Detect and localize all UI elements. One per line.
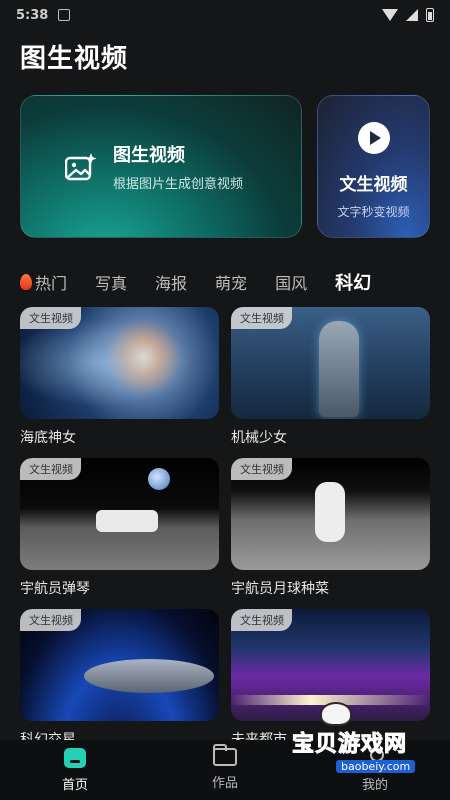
site-watermark: 宝贝游戏网 baobeiy.com: [291, 702, 428, 784]
fire-icon: [20, 274, 32, 290]
notification-icon: [58, 9, 71, 21]
template-thumbnail: 文生视频: [20, 609, 219, 721]
status-bar: 5:38: [0, 0, 450, 30]
home-icon: [64, 748, 86, 768]
watermark-title: 宝贝游戏网: [291, 732, 408, 758]
page-title: 图生视频: [20, 44, 129, 74]
hero-main-subtitle: 根据图片生成创意视频: [113, 177, 244, 192]
tab-label: 萌宠: [215, 274, 248, 293]
folder-icon: [213, 744, 237, 766]
tab-label: 热门: [35, 274, 68, 293]
tab-scifi[interactable]: 科幻: [335, 269, 371, 295]
type-badge: 文生视频: [231, 307, 292, 329]
template-card[interactable]: 文生视频 宇航员月球种菜: [231, 458, 430, 598]
template-title: 宇航员弹琴: [20, 581, 90, 597]
play-icon: [357, 122, 390, 154]
template-title: 机械少女: [231, 430, 287, 446]
type-badge: 文生视频: [20, 609, 81, 631]
template-card[interactable]: 文生视频 宇航员弹琴: [20, 458, 219, 598]
tab-label: 写真: [95, 274, 128, 293]
tab-poster[interactable]: 海报: [155, 270, 187, 294]
tab-pets[interactable]: 萌宠: [215, 270, 247, 294]
hero-main-title: 图生视频: [113, 145, 185, 166]
nav-home[interactable]: 首页: [0, 740, 150, 800]
tab-guofeng[interactable]: 国风: [275, 270, 307, 294]
hero-side-subtitle: 文字秒变视频: [337, 205, 410, 219]
status-icons: [382, 8, 434, 22]
wifi-icon: [382, 9, 398, 21]
template-thumbnail: 文生视频: [20, 458, 219, 570]
tab-label: 国风: [275, 274, 308, 293]
status-time: 5:38: [16, 7, 49, 23]
type-badge: 文生视频: [20, 307, 81, 329]
tab-label: 科幻: [335, 273, 372, 294]
signal-icon: [406, 9, 418, 21]
type-badge: 文生视频: [231, 609, 292, 631]
image-add-icon: [64, 152, 97, 181]
template-thumbnail: 文生视频: [20, 307, 219, 419]
template-title: 海底神女: [20, 430, 76, 446]
nav-works[interactable]: 作品: [150, 740, 300, 800]
template-card[interactable]: 文生视频 海底神女: [20, 307, 219, 447]
template-thumbnail: 文生视频: [231, 307, 430, 419]
type-badge: 文生视频: [20, 458, 81, 480]
nav-label: 首页: [61, 778, 88, 793]
mascot-icon: [320, 702, 352, 726]
watermark-url: baobeiy.com: [336, 760, 416, 773]
template-card[interactable]: 文生视频 机械少女: [231, 307, 430, 447]
tab-hot[interactable]: 热门: [20, 270, 67, 294]
text-to-video-card[interactable]: 文生视频 文字秒变视频: [317, 95, 430, 238]
template-card[interactable]: 文生视频 科幻交星: [20, 609, 219, 749]
template-title: 宇航员月球种菜: [231, 581, 329, 597]
nav-label: 作品: [211, 776, 238, 791]
battery-icon: [426, 8, 434, 22]
tab-label: 海报: [155, 274, 188, 293]
tab-portrait[interactable]: 写真: [95, 270, 127, 294]
template-thumbnail: 文生视频: [231, 458, 430, 570]
category-tabs: 热门 写真 海报 萌宠 国风 科幻: [20, 268, 399, 296]
hero-main-text: 图生视频 根据图片生成创意视频: [113, 141, 243, 192]
type-badge: 文生视频: [231, 458, 292, 480]
hero-side-title: 文生视频: [339, 175, 408, 195]
image-to-video-card[interactable]: 图生视频 根据图片生成创意视频: [20, 95, 302, 238]
